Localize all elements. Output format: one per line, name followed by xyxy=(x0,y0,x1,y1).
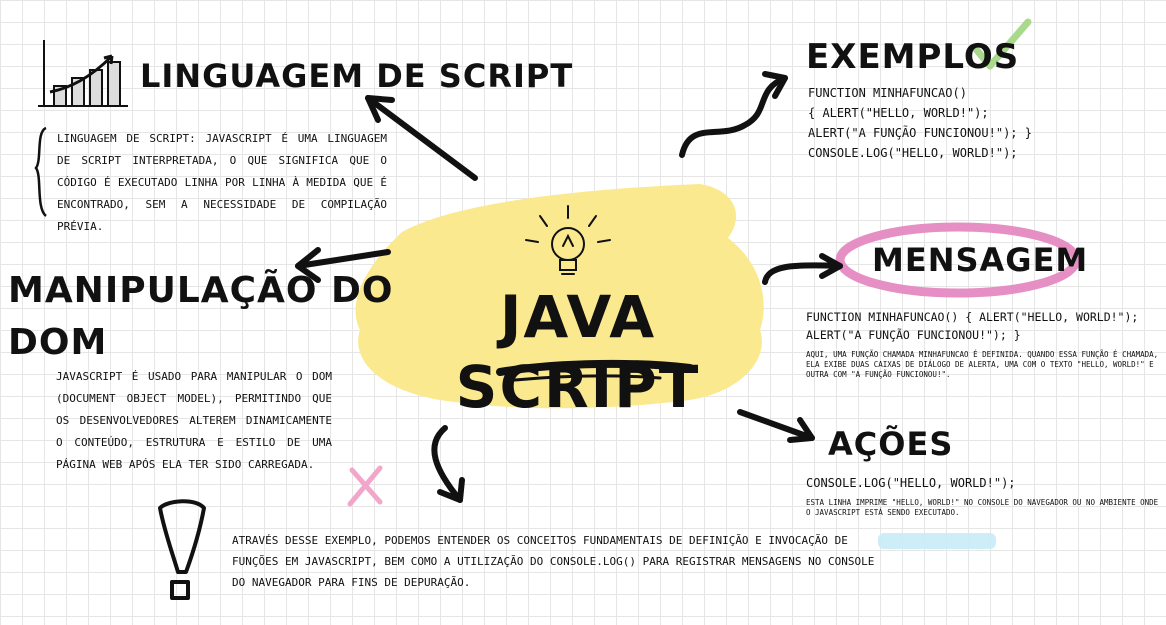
dom-body: JAVASCRIPT É USADO PARA MANIPULAR O DOM … xyxy=(56,370,332,471)
acoes-title: AÇÕES xyxy=(828,425,954,463)
arrow-to-acoes xyxy=(737,409,815,441)
linguagem-body: LINGUAGEM DE SCRIPT: JAVASCRIPT É UMA LI… xyxy=(57,132,387,233)
arrow-to-exemplos xyxy=(679,75,788,158)
blue-marker xyxy=(878,533,996,549)
mensagem-code-line-1: FUNCTION MINHAFUNCAO() { ALERT("HELLO, W… xyxy=(806,310,1139,324)
exclamation-icon xyxy=(158,499,206,600)
dom-title-line1: MANIPULAÇÃO DO xyxy=(8,270,394,311)
dom-title-line2: DOM xyxy=(8,322,108,363)
brace-icon xyxy=(34,126,47,217)
center-title: JAVA SCRIPT xyxy=(455,283,701,421)
mensagem-title: MENSAGEM xyxy=(872,241,1089,279)
acoes-note: ESTA LINHA IMPRIME "HELLO, WORLD!" NO CO… xyxy=(806,498,1159,517)
exemplos-code-line-2: { ALERT("HELLO, WORLD!"); xyxy=(808,106,989,120)
acoes-code: CONSOLE.LOG("HELLO, WORLD!"); xyxy=(806,476,1016,490)
exemplos-code-line-3: ALERT("A FUNÇÃO FUNCIONOU!"); } xyxy=(808,126,1032,140)
conclusao-body: ATRAVÉS DESSE EXEMPLO, PODEMOS ENTENDER … xyxy=(232,534,875,589)
chart-icon xyxy=(38,40,128,107)
mensagem-code-line-2: ALERT("A FUNÇÃO FUNCIONOU!"); } xyxy=(806,328,1021,342)
exemplos-title: EXEMPLOS xyxy=(806,37,1020,77)
arrow-to-dom xyxy=(295,249,391,269)
linguagem-title: LINGUAGEM DE SCRIPT xyxy=(140,57,574,95)
exemplos-code-line-4: CONSOLE.LOG("HELLO, WORLD!"); xyxy=(808,146,1018,160)
mensagem-note: AQUI, UMA FUNÇÃO CHAMADA MINHAFUNCAO É D… xyxy=(806,350,1159,379)
arrow-to-conclusao xyxy=(431,425,463,503)
arrow-to-mensagem xyxy=(762,262,843,285)
lightbulb-icon xyxy=(525,205,611,275)
exemplos-code-line-1: FUNCTION MINHAFUNCAO() xyxy=(808,86,967,100)
x-icon xyxy=(347,465,383,507)
